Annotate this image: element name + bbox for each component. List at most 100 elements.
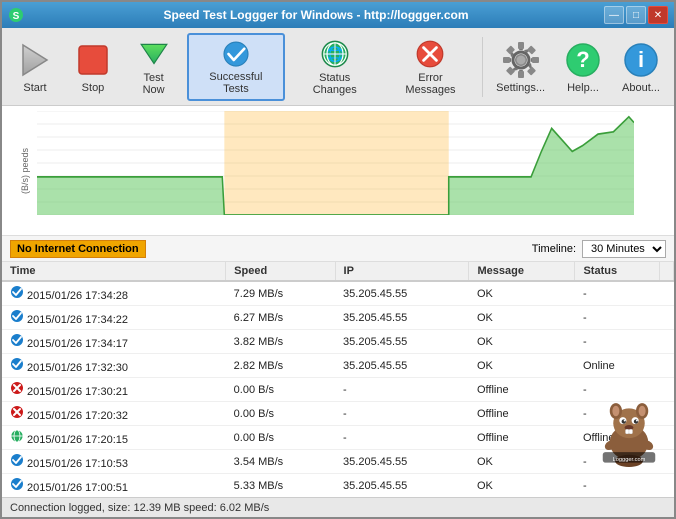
cell-status: - [575, 378, 660, 402]
cell-time: 2015/01/26 17:34:28 [2, 281, 226, 306]
status-changes-button[interactable]: 🌐 Status Changes [289, 33, 381, 101]
main-window: S Speed Test Loggger for Windows - http:… [0, 0, 676, 519]
cell-ip: 35.205.45.55 [335, 306, 469, 330]
cell-speed: 6.27 MB/s [226, 306, 335, 330]
check-icon [10, 477, 24, 491]
close-button[interactable]: ✕ [648, 6, 668, 24]
cell-status: - [575, 281, 660, 306]
cell-ip: - [335, 426, 469, 450]
maximize-button[interactable]: □ [626, 6, 646, 24]
cell-message: Offline [469, 402, 575, 426]
stop-icon [73, 40, 113, 80]
cell-status: - [575, 306, 660, 330]
cell-speed: 0.00 B/s [226, 378, 335, 402]
table-container[interactable]: Time Speed IP Message Status 2015/01/26 … [2, 262, 674, 497]
error-messages-label: Error Messages [392, 72, 469, 96]
table-row: 2015/01/26 17:00:51 5.33 MB/s 35.205.45.… [2, 474, 674, 498]
error-messages-icon [410, 38, 450, 70]
cell-time: 2015/01/26 17:00:51 [2, 474, 226, 498]
stop-button[interactable]: Stop [66, 33, 120, 101]
timeline-select[interactable]: 30 Minutes 1 Hour 2 Hours 6 Hours 12 Hou… [582, 240, 666, 258]
status-changes-label: Status Changes [296, 72, 374, 96]
cell-ip: - [335, 378, 469, 402]
about-button[interactable]: i About... [614, 33, 668, 101]
test-now-button[interactable]: Test Now [124, 33, 183, 101]
no-internet-badge: No Internet Connection [10, 240, 146, 258]
check-icon [10, 333, 24, 347]
help-button[interactable]: ? Help... [556, 33, 610, 101]
status-bar-top: No Internet Connection Timeline: 30 Minu… [2, 236, 674, 262]
cell-status: - [575, 402, 660, 426]
cell-ip: 35.205.45.55 [335, 330, 469, 354]
cell-time: 2015/01/26 17:10:53 [2, 450, 226, 474]
cell-message: OK [469, 281, 575, 306]
title-bar: S Speed Test Loggger for Windows - http:… [2, 2, 674, 28]
cell-speed: 3.82 MB/s [226, 330, 335, 354]
cell-status: - [575, 330, 660, 354]
cell-speed: 0.00 B/s [226, 426, 335, 450]
cell-ip: 35.205.45.55 [335, 354, 469, 378]
cell-message: OK [469, 354, 575, 378]
window-controls: — □ ✕ [604, 6, 668, 24]
toolbar: Start Stop Test Now Successful Tests [2, 28, 674, 106]
successful-tests-icon [216, 39, 256, 69]
status-text: Connection logged, size: 12.39 MB speed:… [10, 502, 269, 514]
cell-ip: 35.205.45.55 [335, 474, 469, 498]
chart-svg: 8 7 6 5 4 3 2 1 0 17:05 17:07 17:09 [37, 111, 634, 215]
col-message: Message [469, 262, 575, 281]
svg-text:?: ? [576, 47, 589, 72]
col-time: Time [2, 262, 226, 281]
cell-message: OK [469, 306, 575, 330]
x-icon [10, 381, 24, 395]
x-icon [10, 405, 24, 419]
cell-status: Online [575, 354, 660, 378]
error-messages-button[interactable]: Error Messages [385, 33, 476, 101]
check-icon [10, 357, 24, 371]
successful-tests-button[interactable]: Successful Tests [187, 33, 285, 101]
cell-time: 2015/01/26 17:32:30 [2, 354, 226, 378]
table-row: 2015/01/26 17:10:53 3.54 MB/s 35.205.45.… [2, 450, 674, 474]
cell-time: 2015/01/26 17:20:32 [2, 402, 226, 426]
cell-message: OK [469, 450, 575, 474]
cell-time: 2015/01/26 17:20:15 [2, 426, 226, 450]
cell-speed: 7.29 MB/s [226, 281, 335, 306]
svg-text:i: i [638, 47, 644, 72]
cell-speed: 5.33 MB/s [226, 474, 335, 498]
svg-text:S: S [13, 11, 20, 22]
start-button[interactable]: Start [8, 33, 62, 101]
minimize-button[interactable]: — [604, 6, 624, 24]
cell-time: 2015/01/26 17:34:22 [2, 306, 226, 330]
cell-speed: 0.00 B/s [226, 402, 335, 426]
check-icon [10, 453, 24, 467]
content-area: (B/s) peeds 8 7 6 5 4 3 2 1 [2, 106, 674, 517]
data-table: Time Speed IP Message Status 2015/01/26 … [2, 262, 674, 497]
test-now-icon [134, 38, 174, 70]
col-scroll [660, 262, 674, 281]
chart-area: (B/s) peeds 8 7 6 5 4 3 2 1 [2, 106, 674, 236]
settings-button[interactable]: Settings... [489, 33, 552, 101]
cell-ip: - [335, 402, 469, 426]
cell-speed: 2.82 MB/s [226, 354, 335, 378]
table-header-row: Time Speed IP Message Status [2, 262, 674, 281]
globe-icon [10, 429, 24, 443]
table-row: 2015/01/26 17:30:21 0.00 B/s - Offline - [2, 378, 674, 402]
table-row: 2015/01/26 17:34:17 3.82 MB/s 35.205.45.… [2, 330, 674, 354]
cell-speed: 3.54 MB/s [226, 450, 335, 474]
cell-message: Offline [469, 426, 575, 450]
cell-message: OK [469, 474, 575, 498]
toolbar-separator [482, 37, 483, 97]
status-changes-icon: 🌐 [315, 38, 355, 70]
window-title: Speed Test Loggger for Windows - http://… [28, 8, 604, 22]
cell-ip: 35.205.45.55 [335, 281, 469, 306]
table-row: 2015/01/26 17:34:22 6.27 MB/s 35.205.45.… [2, 306, 674, 330]
about-label: About... [622, 82, 660, 94]
stop-label: Stop [82, 82, 105, 94]
check-icon [10, 285, 24, 299]
check-icon [10, 309, 24, 323]
timeline-label: Timeline: [532, 243, 576, 255]
cell-message: OK [469, 330, 575, 354]
help-label: Help... [567, 82, 599, 94]
table-row: 2015/01/26 17:34:28 7.29 MB/s 35.205.45.… [2, 281, 674, 306]
about-icon: i [621, 40, 661, 80]
cell-status: - [575, 474, 660, 498]
